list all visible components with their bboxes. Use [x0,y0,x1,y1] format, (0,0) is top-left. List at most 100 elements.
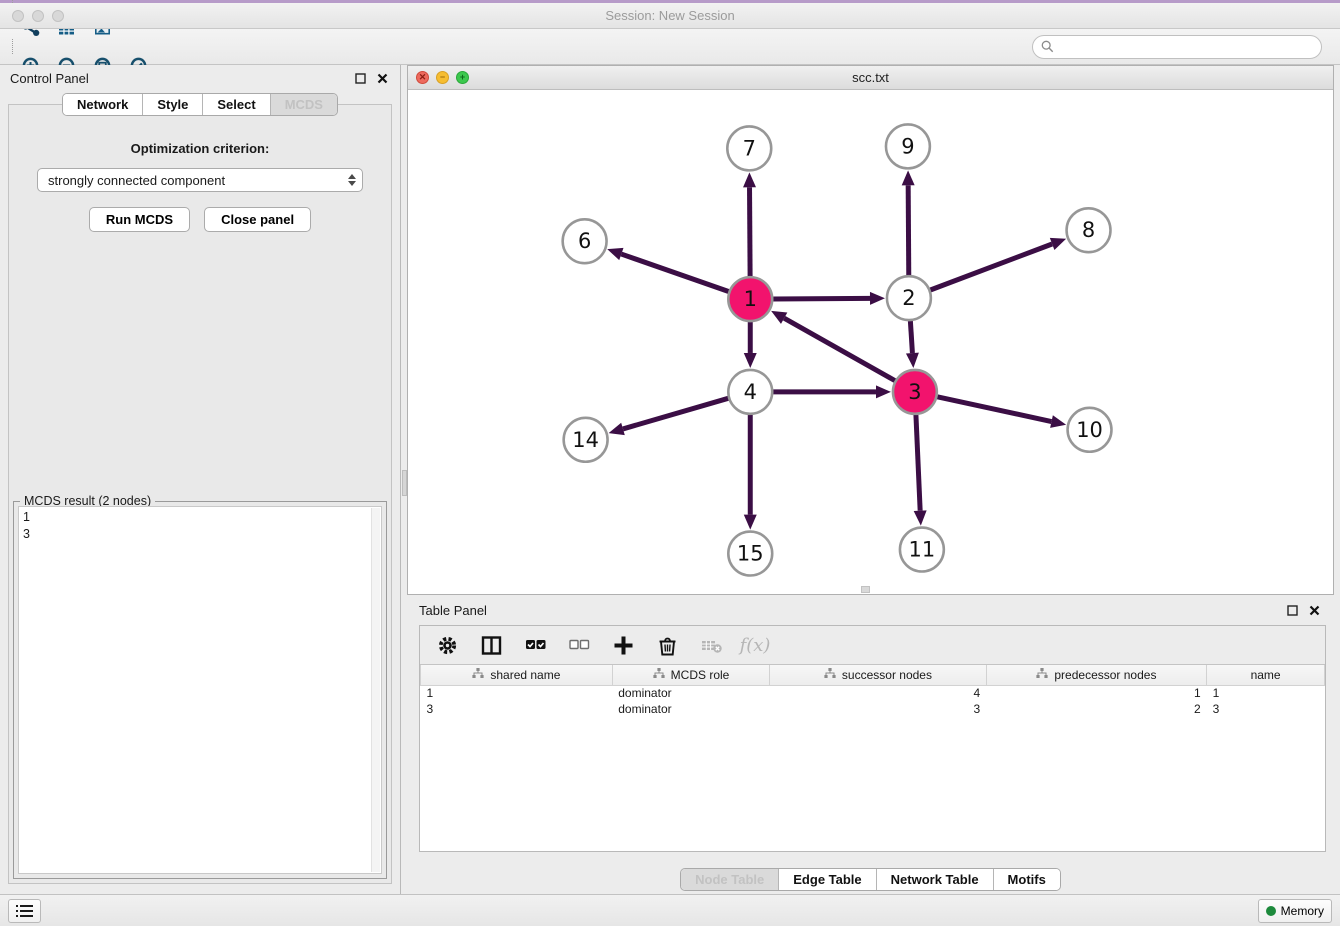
edge-4-14[interactable] [623,398,728,429]
column-type-icon [824,668,836,682]
result-scrollbar[interactable] [371,508,380,872]
table-cell[interactable]: 3 [770,701,986,717]
float-table-panel-icon[interactable] [1284,602,1300,618]
tab-select[interactable]: Select [203,94,270,115]
mcds-result-list[interactable]: 13 [18,506,382,874]
column-type-icon [1036,668,1048,682]
table-cell[interactable]: 3 [1207,701,1325,717]
node-label: 6 [578,229,591,253]
edge-2-9[interactable] [908,185,909,275]
node-label: 4 [744,380,757,404]
network-canvas[interactable]: 7968124314101511 [408,90,1333,594]
task-list-icon [16,904,33,918]
table-cell[interactable]: 2 [986,701,1207,717]
close-panel-button[interactable]: Close panel [204,207,311,232]
node-label: 7 [743,136,756,160]
close-window-icon[interactable] [12,10,24,22]
edge-3-1[interactable] [784,318,895,380]
table-panel-header: Table Panel [407,597,1334,623]
table-empty-area [420,717,1325,851]
task-history-button[interactable] [8,899,41,923]
table-cell[interactable]: 4 [770,685,986,701]
delete-table-button [698,632,724,658]
network-title: scc.txt [408,70,1333,85]
edge-1-2[interactable] [773,298,870,299]
edge-1-6[interactable] [621,254,728,291]
column-header-shared-name[interactable]: shared name [421,665,613,685]
tab-motifs[interactable]: Motifs [994,869,1060,890]
data-table[interactable]: shared nameMCDS role successor nodes prede… [420,665,1325,717]
tab-style[interactable]: Style [143,94,203,115]
edge-arrowhead [914,510,927,525]
table-row[interactable]: 3dominator323 [421,701,1325,717]
panel-splitter[interactable] [400,65,407,894]
float-panel-icon[interactable] [352,70,368,86]
tab-edge-table[interactable]: Edge Table [779,869,876,890]
edge-arrowhead [902,170,915,185]
splitter-grip[interactable] [402,470,407,496]
column-header-predecessor-nodes[interactable]: predecessor nodes [986,665,1207,685]
close-view-icon[interactable]: ✕ [416,71,429,84]
node-label: 11 [909,538,936,562]
result-node-id: 3 [23,526,377,543]
network-graph[interactable]: 7968124314101511 [408,90,1333,594]
column-header-MCDS-role[interactable]: MCDS role [612,665,770,685]
canvas-scrollbar-thumb[interactable] [861,586,870,593]
memory-button[interactable]: Memory [1258,899,1332,923]
table-cell[interactable]: dominator [612,701,770,717]
column-header-successor-nodes[interactable]: successor nodes [770,665,986,685]
split-columns-button[interactable] [478,632,504,658]
edge-3-10[interactable] [937,397,1051,422]
optimization-criterion-label: Optimization criterion: [9,141,391,156]
main-toolbar [0,29,1340,65]
criterion-dropdown[interactable]: strongly connected component [37,168,363,192]
tab-node-table[interactable]: Node Table [681,869,779,890]
control-panel-title: Control Panel [10,71,89,86]
column-type-icon [653,668,665,682]
mcds-result-group: MCDS result (2 nodes) 13 [13,501,387,879]
column-type-icon [472,668,484,682]
delete-column-button[interactable] [654,632,680,658]
add-column-button[interactable] [610,632,636,658]
table-cell[interactable]: dominator [612,685,770,701]
search-icon [1041,40,1054,53]
select-all-checks-button[interactable] [522,632,548,658]
split-columns-icon [481,635,502,656]
table-cell[interactable]: 1 [421,685,613,701]
edge-arrowhead [744,353,757,368]
window-title: Session: New Session [0,8,1340,23]
edge-3-11[interactable] [916,415,920,511]
column-label: successor nodes [842,668,932,682]
node-table: shared nameMCDS role successor nodes prede… [420,664,1325,851]
maximize-window-icon[interactable] [52,10,64,22]
minimize-window-icon[interactable] [32,10,44,22]
application-window: Session: New Session Control Panel Netwo… [0,0,1340,926]
zoom-view-icon[interactable]: + [456,71,469,84]
search-input[interactable] [1059,40,1313,54]
edge-2-8[interactable] [930,244,1052,290]
minimize-view-icon[interactable]: − [436,71,449,84]
clear-all-checks-button[interactable] [566,632,592,658]
table-row[interactable]: 1dominator411 [421,685,1325,701]
select-all-checks-icon [525,635,546,656]
tab-network-table[interactable]: Network Table [877,869,994,890]
close-panel-icon[interactable] [374,70,390,86]
settings-gear-button[interactable] [434,632,460,658]
result-node-id: 1 [23,509,377,526]
delete-column-icon [657,635,678,656]
run-mcds-button[interactable]: Run MCDS [89,207,190,232]
dropdown-stepper-icon [348,174,356,186]
node-label: 8 [1082,218,1095,242]
close-table-panel-icon[interactable] [1306,602,1322,618]
edge-2-3[interactable] [910,321,912,353]
tab-mcds[interactable]: MCDS [271,94,337,115]
tab-network[interactable]: Network [63,94,143,115]
column-header-name[interactable]: name [1207,665,1325,685]
table-cell[interactable]: 1 [1207,685,1325,701]
network-view-window: ✕ − + scc.txt 7968124314101511 [407,65,1334,595]
window-titlebar: Session: New Session [0,3,1340,29]
edge-1-7[interactable] [750,187,751,276]
search-box[interactable] [1032,35,1322,59]
table-cell[interactable]: 1 [986,685,1207,701]
table-cell[interactable]: 3 [421,701,613,717]
